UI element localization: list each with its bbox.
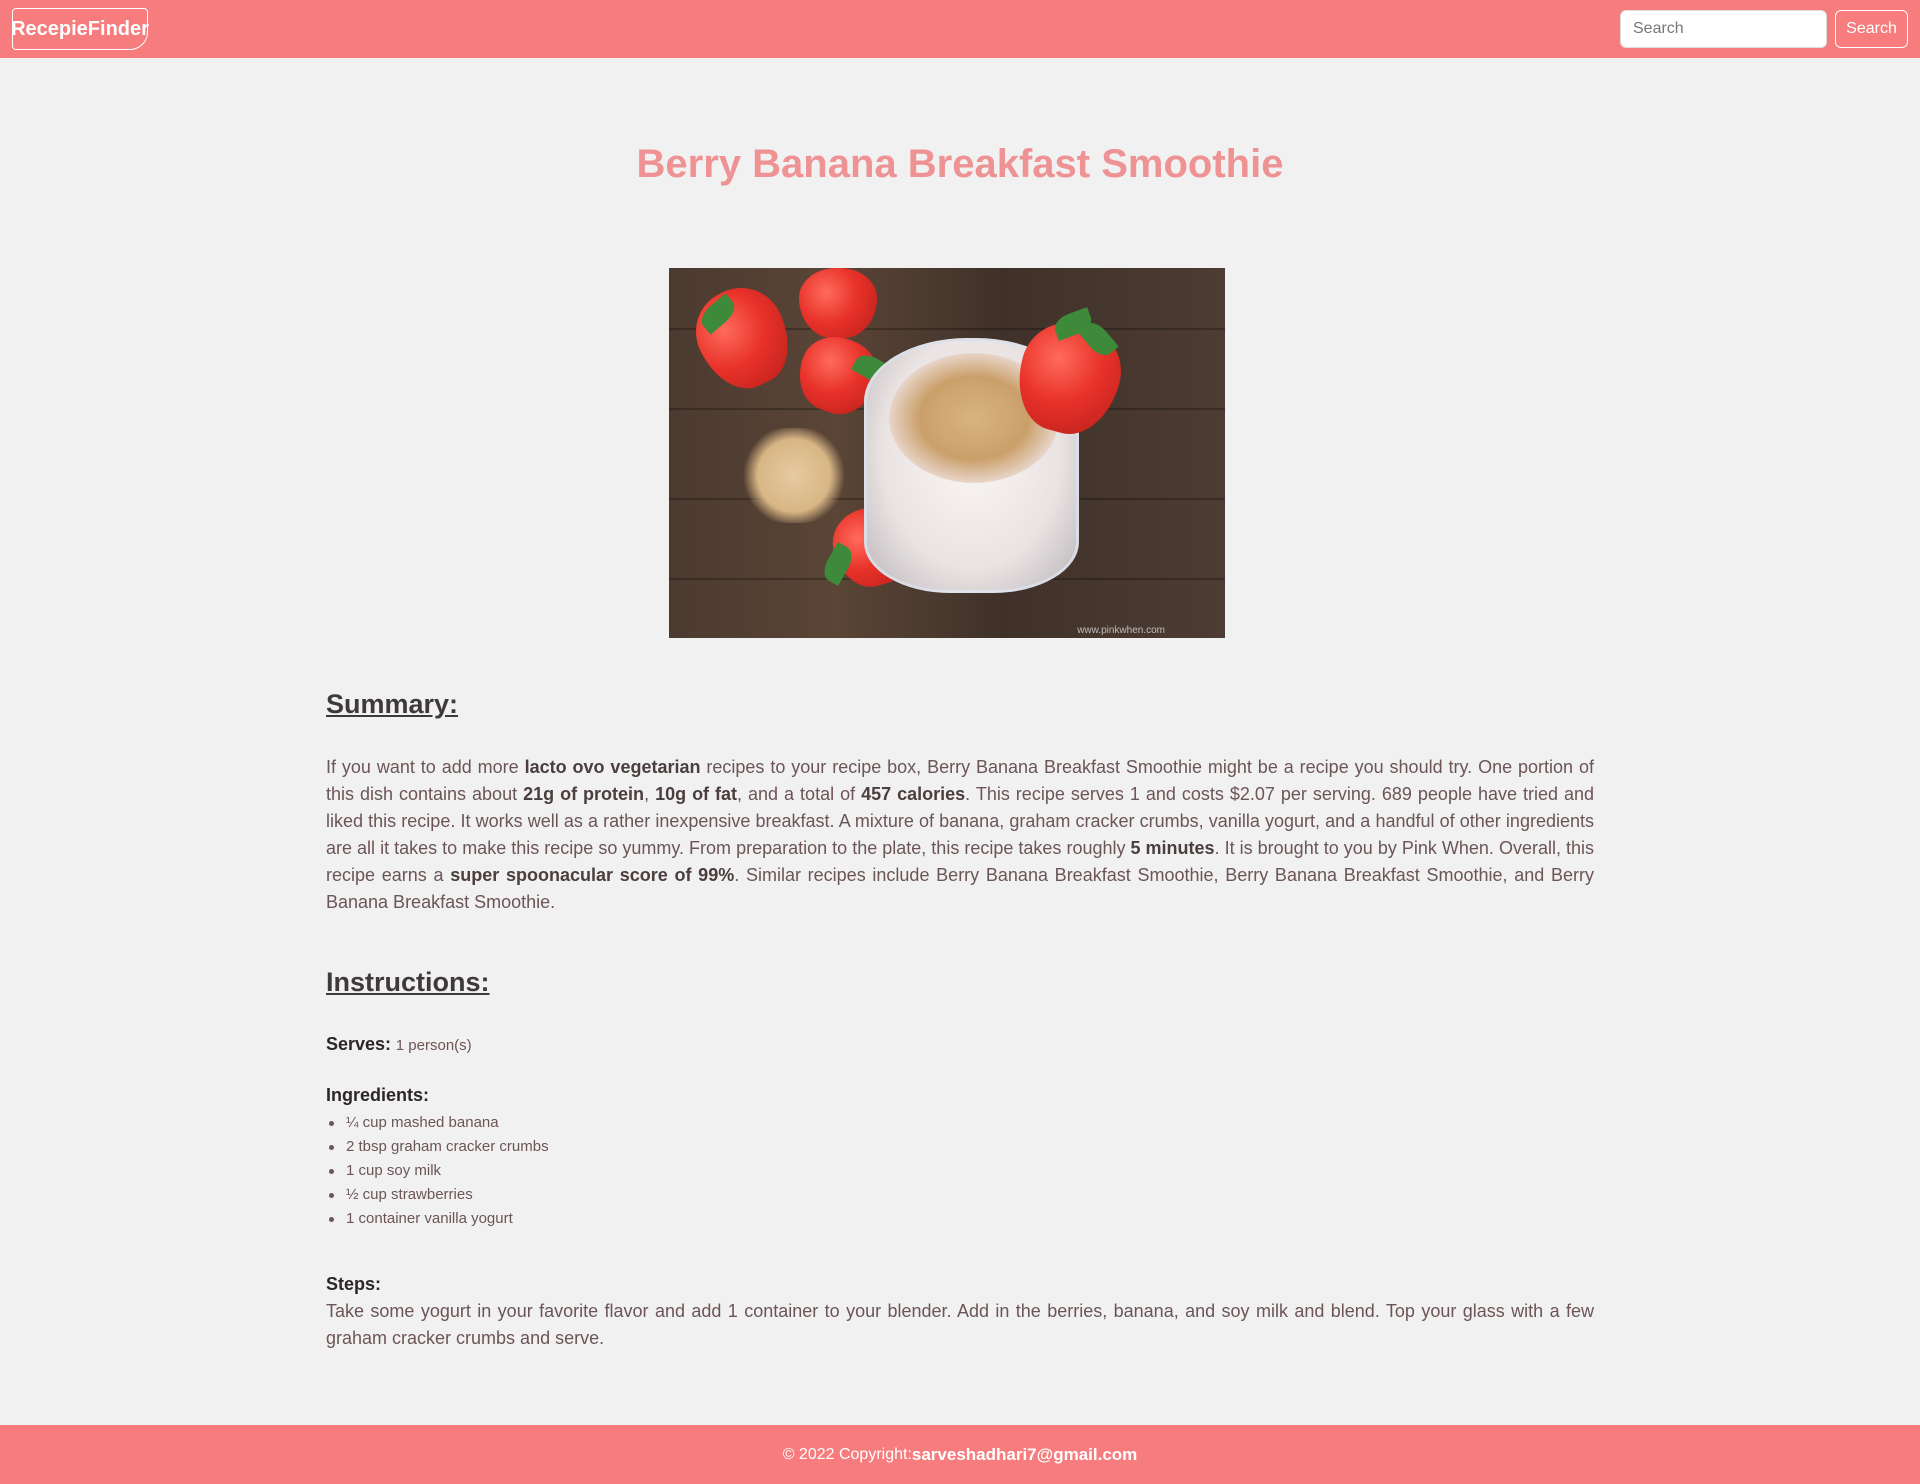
serves-label: Serves: <box>326 1034 392 1054</box>
summary-segment: , <box>644 784 656 804</box>
search-button[interactable]: Search <box>1835 10 1908 48</box>
ingredients-label: Ingredients: <box>326 1085 430 1105</box>
strawberry <box>799 268 877 338</box>
ingredient-item: ¼ cup mashed banana <box>329 1111 549 1135</box>
summary-highlight: super spoonacular score of 99% <box>450 865 735 885</box>
summary-segment: , and a total of <box>737 784 862 804</box>
footer-email[interactable]: sarveshadhari7@gmail.com <box>912 1445 1137 1465</box>
navbar: RecepieFinder Search <box>0 0 1920 58</box>
strawberry <box>681 274 805 402</box>
serves-row: Serves: 1 person(s) <box>326 1034 472 1055</box>
summary-highlight: 10g of fat <box>655 784 738 804</box>
summary-highlight: 5 minutes <box>1130 838 1215 858</box>
recipe-image: www.pinkwhen.com <box>669 268 1225 638</box>
summary-text: If you want to add more lacto ovo vegeta… <box>326 754 1594 916</box>
cracker-crumbs <box>739 428 849 523</box>
ingredients-list: ¼ cup mashed banana 2 tbsp graham cracke… <box>329 1111 549 1231</box>
instructions-heading: Instructions: <box>326 967 490 997</box>
recipe-title: Berry Banana Breakfast Smoothie <box>636 142 1284 186</box>
summary-highlight: lacto ovo vegetarian <box>524 757 701 777</box>
footer: © 2022 Copyright: sarveshadhari7@gmail.co… <box>0 1425 1920 1484</box>
image-watermark: www.pinkwhen.com <box>1077 625 1165 636</box>
summary-highlight: 21g of protein <box>523 784 645 804</box>
search-input[interactable] <box>1620 10 1827 48</box>
ingredient-item: ½ cup strawberries <box>329 1183 549 1207</box>
ingredient-item: 1 container vanilla yogurt <box>329 1207 549 1231</box>
ingredient-item: 1 cup soy milk <box>329 1159 549 1183</box>
steps-label: Steps: <box>326 1274 382 1294</box>
ingredient-item: 2 tbsp graham cracker crumbs <box>329 1135 549 1159</box>
summary-highlight: 457 calories <box>861 784 966 804</box>
steps-text: Take some yogurt in your favorite flavor… <box>326 1301 1594 1348</box>
summary-segment: If you want to add more <box>326 757 525 777</box>
summary-heading: Summary: <box>326 689 459 719</box>
serves-value: 1 person(s) <box>395 1037 472 1054</box>
footer-copyright: © 2022 Copyright: <box>782 1445 912 1463</box>
brand-logo-link[interactable]: RecepieFinder <box>11 8 149 50</box>
